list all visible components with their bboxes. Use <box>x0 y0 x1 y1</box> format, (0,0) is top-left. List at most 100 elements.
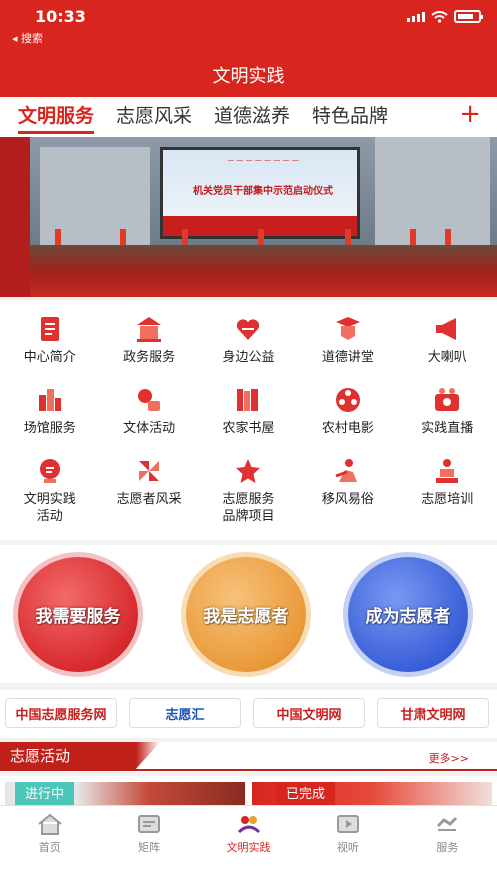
i-am-volunteer-label: 我是志愿者 <box>203 607 289 627</box>
banner-building <box>375 137 490 247</box>
service-label: 实践直播 <box>421 421 474 436</box>
battery-icon <box>454 10 483 23</box>
service-item[interactable]: 志愿服务 品牌项目 <box>199 452 298 542</box>
nav-video[interactable]: 视听 <box>298 806 397 883</box>
nav-label: 矩阵 <box>138 841 161 854</box>
banner-screen-subtitle: — — — — — — — — <box>227 156 299 164</box>
video-icon <box>336 815 359 833</box>
signal-icon <box>407 11 425 22</box>
home-icon <box>38 813 62 835</box>
lecture-icon <box>335 317 360 340</box>
tab-bar: 文明服务 志愿风采 道德滋养 特色品牌 + <box>0 97 497 137</box>
service-label: 场馆服务 <box>23 421 76 436</box>
bottom-nav: 首页 矩阵 文明实践 视听 服务 <box>0 805 497 883</box>
nav-label: 视听 <box>336 841 359 854</box>
service-icon <box>437 816 458 831</box>
link-china-volunteer[interactable]: 中国志愿服务网 <box>5 698 117 728</box>
tab-moral-nourish[interactable]: 道德滋养 <box>214 97 290 137</box>
service-label: 身边公益 <box>222 350 275 365</box>
nav-label: 首页 <box>38 841 61 854</box>
service-label: 文体活动 <box>123 421 176 436</box>
banner-left-edge <box>0 137 30 297</box>
add-tab-icon[interactable]: + <box>459 99 481 129</box>
service-item[interactable]: 志愿者风采 <box>99 452 198 542</box>
service-item[interactable]: 实践直播 <box>398 381 497 450</box>
page-title: 文明实践 <box>212 66 285 87</box>
become-volunteer-label: 成为志愿者 <box>365 607 451 627</box>
nav-civilization[interactable]: 文明实践 <box>199 806 298 883</box>
service-item[interactable]: 移风易俗 <box>298 452 397 542</box>
live-camera-icon <box>435 388 460 411</box>
banner-carousel[interactable]: — — — — — — — — 机关党员干部集中示范启动仪式 <box>0 137 497 297</box>
service-item[interactable]: 农家书屋 <box>199 381 298 450</box>
service-label: 政务服务 <box>123 350 176 365</box>
sports-icon <box>138 389 161 411</box>
tab-volunteer-style[interactable]: 志愿风采 <box>116 97 192 137</box>
service-item[interactable]: 文体活动 <box>99 381 198 450</box>
i-am-volunteer-button[interactable]: 我是志愿者 <box>186 557 306 672</box>
service-label: 农村电影 <box>321 421 374 436</box>
pinwheel-icon <box>139 461 160 481</box>
banner-crowd <box>30 245 497 297</box>
status-time: 10:33 <box>35 7 86 26</box>
service-label: 农家书屋 <box>222 421 275 436</box>
megaphone-icon <box>436 318 457 340</box>
heart-hand-icon <box>237 319 260 340</box>
wifi-icon <box>431 10 448 23</box>
service-label: 志愿培训 <box>421 492 474 507</box>
matrix-icon <box>138 815 161 833</box>
nav-home[interactable]: 首页 <box>0 806 99 883</box>
service-grid-card: 中心简介 政务服务 身边公益 道德讲堂 大喇叭场馆服务 文体活动 农家书屋 农村电影 实践直播文… <box>0 300 497 540</box>
section-title: 志愿活动 <box>0 742 160 770</box>
need-service-button[interactable]: 我需要服务 <box>18 557 138 672</box>
service-item[interactable]: 政务服务 <box>99 310 198 379</box>
service-label: 中心简介 <box>23 350 76 365</box>
link-gansu-civilization[interactable]: 甘肃文明网 <box>377 698 489 728</box>
need-service-label: 我需要服务 <box>35 607 121 627</box>
service-item[interactable]: 志愿培训 <box>398 452 497 542</box>
activity-icon <box>39 459 60 483</box>
document-icon <box>40 317 59 341</box>
banner-screen-title: 机关党员干部集中示范启动仪式 <box>193 186 333 197</box>
volunteer-activities-header: 志愿活动 更多>> <box>0 742 497 772</box>
books-icon <box>237 389 259 411</box>
star-icon <box>236 459 261 483</box>
service-item[interactable]: 农村电影 <box>298 381 397 450</box>
nav-matrix[interactable]: 矩阵 <box>99 806 198 883</box>
tab-featured-brand[interactable]: 特色品牌 <box>312 97 388 137</box>
service-label: 大喇叭 <box>427 350 467 365</box>
training-icon <box>436 459 459 483</box>
government-icon <box>137 317 162 342</box>
service-label: 志愿者风采 <box>116 492 182 507</box>
partner-links: 中国志愿服务网 志愿汇 中国文明网 甘肃文明网 <box>0 690 497 738</box>
service-item[interactable]: 文明实践 活动 <box>0 452 99 542</box>
service-label: 文明实践 活动 <box>23 492 76 524</box>
service-label: 移风易俗 <box>321 492 374 507</box>
civilization-icon <box>237 816 260 834</box>
service-label: 道德讲堂 <box>321 350 374 365</box>
header: 10:33 ◂ 搜索 文明实践 <box>0 0 497 97</box>
tab-wenming-service[interactable]: 文明服务 <box>18 97 95 137</box>
service-item[interactable]: 中心简介 <box>0 310 99 379</box>
section-divider <box>0 769 497 771</box>
activity-cards: 进行中 已完成 <box>0 776 497 808</box>
link-zhiyuanhui[interactable]: 志愿汇 <box>129 698 241 728</box>
link-china-civilization[interactable]: 中国文明网 <box>253 698 365 728</box>
back-to-search-link[interactable]: ◂ 搜索 <box>12 30 43 46</box>
film-reel-icon <box>335 388 360 412</box>
volunteer-buttons-card: 我需要服务 我是志愿者 成为志愿者 <box>0 545 497 683</box>
venue-icon <box>38 389 61 411</box>
more-link[interactable]: 更多>> <box>429 750 469 766</box>
nav-label: 服务 <box>436 841 459 854</box>
person-icon <box>335 459 357 482</box>
service-item[interactable]: 身边公益 <box>199 310 298 379</box>
service-item[interactable]: 大喇叭 <box>398 310 497 379</box>
banner-led-screen: — — — — — — — — 机关党员干部集中示范启动仪式 <box>160 147 360 239</box>
nav-service[interactable]: 服务 <box>398 806 497 883</box>
service-grid: 中心简介 政务服务 身边公益 道德讲堂 大喇叭场馆服务 文体活动 农家书屋 农村电影 实践直播文… <box>0 310 497 542</box>
become-volunteer-button[interactable]: 成为志愿者 <box>348 557 468 672</box>
nav-label: 文明实践 <box>226 841 271 854</box>
status-icons <box>407 10 483 23</box>
service-item[interactable]: 场馆服务 <box>0 381 99 450</box>
service-item[interactable]: 道德讲堂 <box>298 310 397 379</box>
